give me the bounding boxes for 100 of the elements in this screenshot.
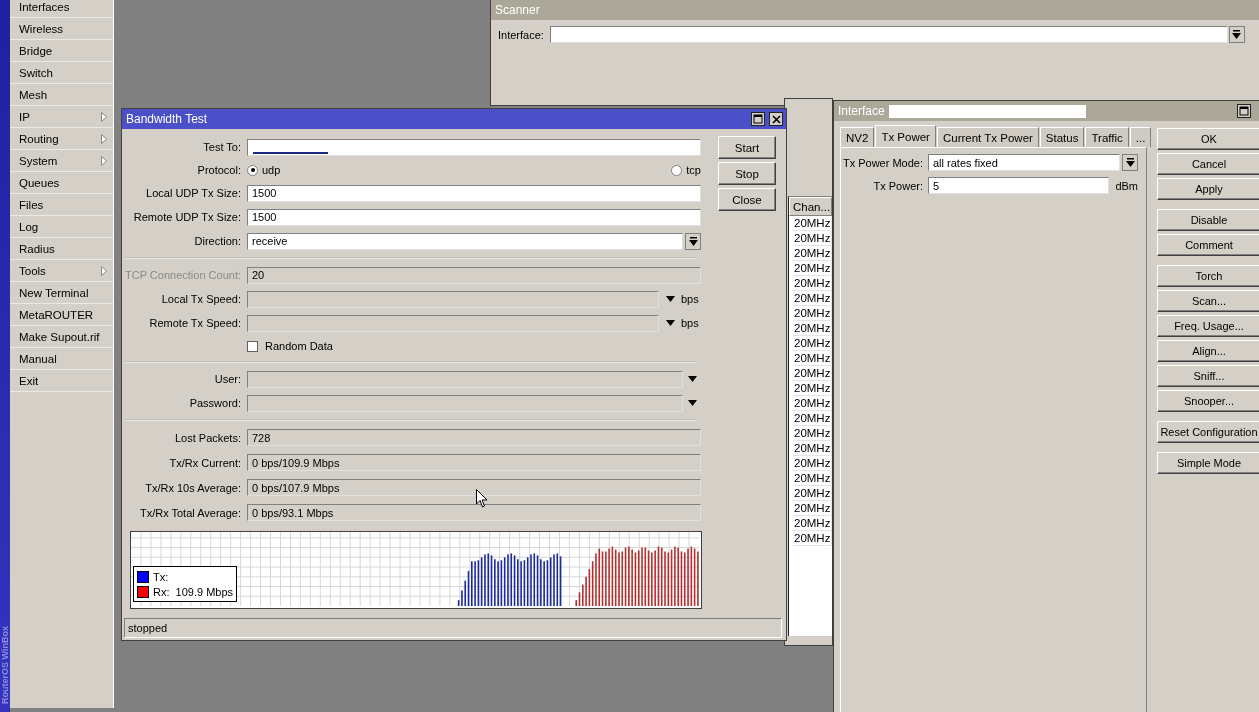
dialog-button[interactable]: Stop [718, 162, 776, 185]
maximize-button[interactable] [1237, 104, 1251, 118]
table-cell: 20MHz [793, 501, 832, 516]
tab[interactable]: NV2 [840, 127, 875, 147]
unit-label: bps [681, 293, 699, 305]
tab[interactable]: Tx Power [875, 125, 936, 147]
field-label: Lost Packets: [174, 431, 241, 444]
table-cell: 20MHz [793, 321, 832, 336]
field-label: Tx Power: [873, 179, 923, 192]
text-field[interactable]: 1500 [247, 184, 701, 202]
tab[interactable]: Traffic [1085, 127, 1129, 147]
menu-item[interactable]: Routing [10, 128, 113, 150]
status-bar: stopped [124, 618, 782, 638]
table-cell: 20MHz [793, 336, 832, 351]
checkbox[interactable] [247, 340, 258, 352]
dialog-button[interactable]: Reset Configuration [1157, 421, 1259, 443]
menu-item[interactable]: System [10, 150, 113, 172]
text-field[interactable]: 1500 [247, 208, 701, 226]
radio-button[interactable] [671, 164, 683, 176]
field-label: Local UDP Tx Size: [146, 187, 241, 199]
menu-item[interactable]: Mesh [10, 84, 113, 106]
dropdown-button[interactable] [1122, 154, 1138, 171]
menu-item[interactable]: Exit [10, 370, 113, 392]
menu-item[interactable]: Interfaces [10, 0, 113, 18]
window-title: Scanner [495, 3, 540, 17]
unit-label: bps [681, 317, 699, 329]
text-field[interactable] [247, 138, 701, 156]
dialog-button[interactable]: Cancel [1157, 153, 1259, 175]
table-cell: 20MHz [793, 291, 832, 306]
table-cell: 20MHz [793, 366, 832, 381]
dialog-button[interactable]: Freq. Usage... [1157, 315, 1259, 337]
window-title: Bandwidth Test [126, 112, 209, 126]
field-label: Tx/Rx Total Average: [139, 506, 241, 519]
dropdown-button[interactable] [1228, 26, 1245, 43]
table-cell: 20MHz [793, 441, 832, 456]
menu-item[interactable]: Switch [10, 62, 113, 84]
readout-field: 0 bps/93.1 Mbps [247, 504, 701, 521]
menu-item[interactable]: Manual [10, 348, 113, 370]
menu-item[interactable]: Log [10, 216, 113, 238]
dialog-button[interactable]: Start [718, 136, 776, 159]
dropdown-button[interactable] [685, 232, 701, 250]
field-label: Tx/Rx Current: [169, 456, 241, 469]
dialog-button[interactable]: OK [1157, 128, 1259, 150]
field-label: Direction: [194, 235, 241, 247]
brand-text: RouterOS WinBox [0, 626, 10, 704]
dialog-button[interactable]: Scan... [1157, 290, 1259, 312]
menu-item[interactable]: Wireless [10, 18, 113, 40]
caret-icon [1125, 158, 1135, 167]
combo-field[interactable] [247, 370, 683, 388]
menu-item[interactable]: Bridge [10, 40, 113, 62]
table-cell: 20MHz [793, 306, 832, 321]
caret-icon [1232, 30, 1242, 39]
tab[interactable]: ... [1129, 127, 1152, 147]
dialog-button[interactable]: Torch [1157, 265, 1259, 287]
select-field[interactable]: all rates fixed [928, 154, 1120, 171]
speed-field[interactable] [247, 314, 659, 332]
select-field[interactable]: receive [247, 232, 683, 250]
table-cell: 20MHz [793, 531, 832, 546]
menu-item[interactable]: Tools [10, 260, 113, 282]
column-header[interactable]: Chan... [789, 197, 832, 216]
menu-item[interactable]: Files [10, 194, 113, 216]
menu-item[interactable]: MetaROUTER [10, 304, 113, 326]
table-cell: 20MHz [793, 231, 832, 246]
menu-item[interactable]: Make Supout.rif [10, 326, 113, 348]
maximize-icon [753, 114, 763, 124]
dialog-button[interactable]: Apply [1157, 178, 1259, 200]
dialog-button[interactable]: Simple Mode [1157, 452, 1259, 474]
mouse-pointer-icon [476, 489, 488, 508]
close-button[interactable] [769, 112, 783, 126]
table-cell: 20MHz [793, 471, 832, 486]
text-field[interactable]: 5 [928, 177, 1110, 194]
readout-field: 0 bps/109.9 Mbps [247, 454, 701, 471]
legend-label: Rx: 109.9 Mbps [153, 585, 234, 598]
menu-item[interactable]: IP [10, 106, 113, 128]
menu-item[interactable]: Radius [10, 238, 113, 260]
dialog-button[interactable]: Align... [1157, 340, 1259, 362]
table-cell: 20MHz [793, 216, 832, 231]
field-label: Remote UDP Tx Size: [133, 211, 241, 223]
caret-icon [665, 296, 675, 302]
unit-label: dBm [1115, 179, 1138, 192]
menu-item[interactable]: New Terminal [10, 282, 113, 304]
dialog-button[interactable]: Snooper... [1157, 390, 1259, 412]
field-label: Interface: [498, 28, 544, 41]
readout-field: 0 bps/107.9 Mbps [247, 479, 701, 496]
field-label: Password: [189, 397, 241, 409]
menu-item[interactable]: Queues [10, 172, 113, 194]
caret-icon [688, 236, 698, 246]
field-label: Tx/Rx 10s Average: [145, 481, 241, 494]
select-field[interactable] [549, 26, 1228, 43]
maximize-button[interactable] [751, 112, 765, 126]
tab[interactable]: Current Tx Power [936, 127, 1039, 147]
dialog-button[interactable]: Close [718, 188, 776, 211]
combo-field[interactable] [247, 394, 683, 412]
dialog-button[interactable]: Disable [1157, 209, 1259, 231]
field-label: Protocol: [197, 164, 241, 176]
dialog-button[interactable]: Comment [1157, 234, 1259, 256]
speed-field[interactable] [247, 290, 659, 308]
dialog-button[interactable]: Sniff... [1157, 365, 1259, 387]
radio-button[interactable] [247, 164, 258, 176]
tab[interactable]: Status [1039, 127, 1085, 147]
